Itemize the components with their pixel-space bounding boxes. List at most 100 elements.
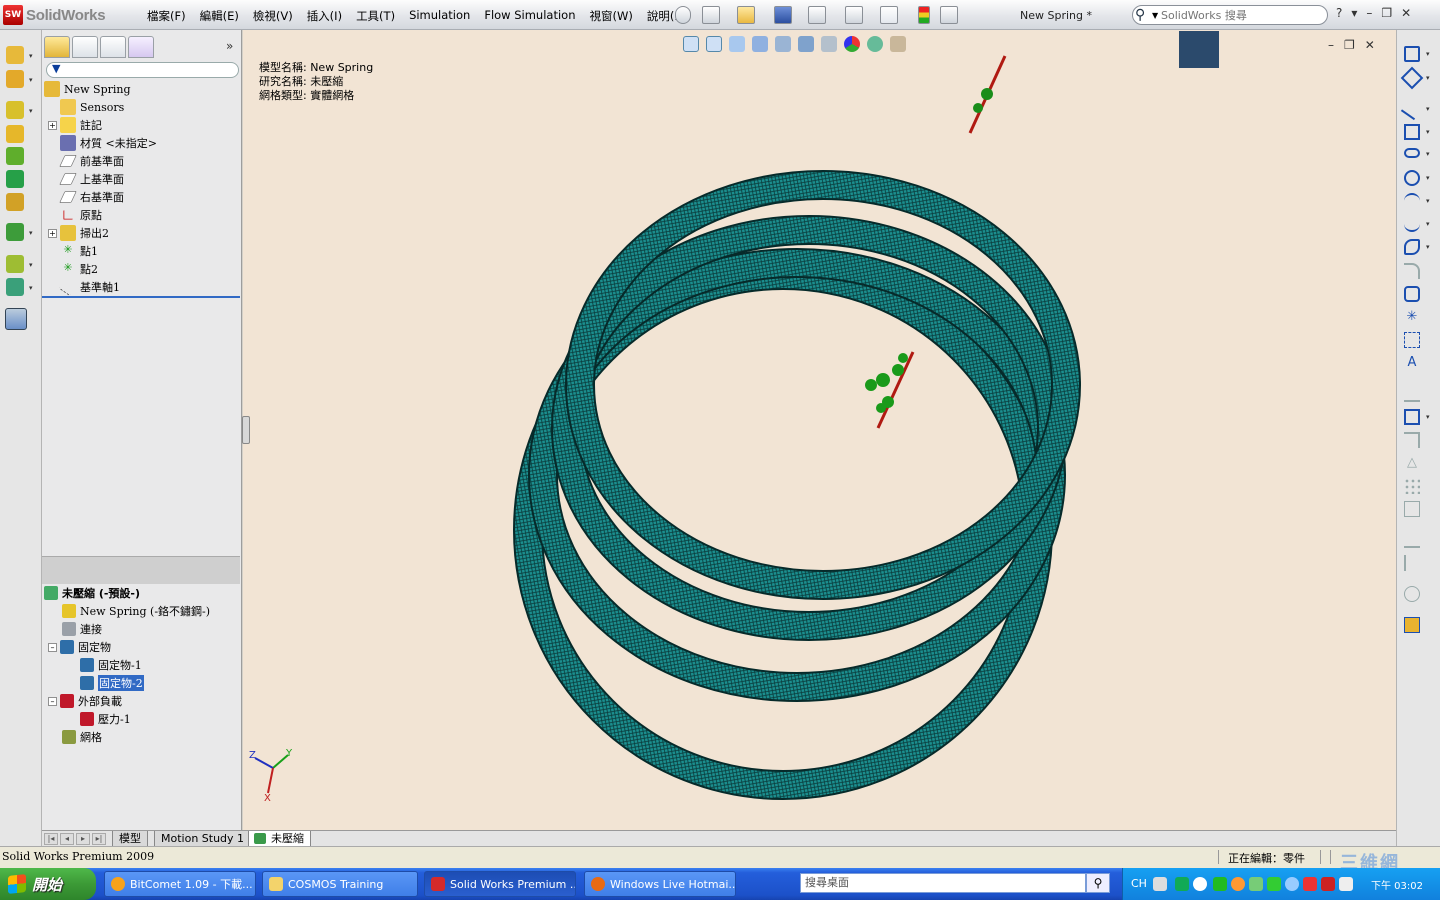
tray-bitcomet-icon[interactable] bbox=[1231, 877, 1245, 891]
print-icon[interactable] bbox=[808, 6, 826, 24]
feature-tree-item[interactable]: 材質 <未指定> bbox=[60, 134, 157, 152]
offset-icon[interactable] bbox=[1404, 432, 1420, 448]
task-solidworks[interactable]: Solid Works Premium ... bbox=[424, 871, 576, 897]
feature-tree-item[interactable]: Sensors bbox=[60, 98, 124, 116]
feature-tree-item[interactable]: 右基準面 bbox=[59, 188, 124, 206]
design-scenario-icon[interactable] bbox=[6, 278, 24, 296]
collapse-icon[interactable]: – bbox=[48, 642, 57, 652]
feature-tree-item[interactable]: 基準軸1 bbox=[59, 278, 120, 296]
feature-tree-item[interactable]: + 註記 bbox=[48, 116, 102, 134]
tab-motion-study-1[interactable]: Motion Study 1 bbox=[154, 831, 252, 847]
mesh-icon[interactable] bbox=[6, 223, 24, 241]
property-manager-tab[interactable] bbox=[72, 36, 98, 58]
select-pointer-icon[interactable] bbox=[880, 6, 898, 24]
repair-sketch-icon[interactable] bbox=[1404, 586, 1420, 602]
study-tree-item[interactable]: – 外部負載 bbox=[48, 692, 122, 710]
graphics-area[interactable]: 模型名稱: New Spring 研究名稱: 未壓縮 網格類型: 實體網格 – … bbox=[242, 30, 1396, 830]
configuration-manager-tab[interactable] bbox=[100, 36, 126, 58]
tray-app3-icon[interactable] bbox=[1267, 877, 1281, 891]
tray-security-icon[interactable] bbox=[1303, 877, 1317, 891]
study-tree-item[interactable]: 固定物-1 bbox=[80, 656, 142, 674]
arc-icon[interactable] bbox=[1404, 193, 1420, 209]
solidworks-logo[interactable]: SW SolidWorks bbox=[3, 4, 106, 26]
menu-insert[interactable]: 插入(I) bbox=[300, 8, 349, 24]
input-language-indicator[interactable]: CH bbox=[1131, 877, 1147, 890]
tab-study-uncompressed[interactable]: 未壓縮 bbox=[248, 831, 311, 847]
fixtures-advisor-icon[interactable] bbox=[6, 70, 24, 88]
convert-entities-icon[interactable] bbox=[1404, 409, 1420, 425]
feature-tree-item[interactable]: 前基準面 bbox=[59, 152, 124, 170]
feature-manager-tab[interactable] bbox=[44, 36, 70, 58]
minimize-button[interactable]: – bbox=[1366, 6, 1372, 20]
task-hotmail[interactable]: Windows Live Hotmai... bbox=[584, 871, 736, 897]
external-loads-icon[interactable] bbox=[6, 101, 24, 119]
trim-icon[interactable] bbox=[1404, 386, 1420, 402]
report-icon[interactable] bbox=[5, 308, 27, 330]
filter-icon[interactable]: ▼ bbox=[52, 62, 60, 75]
chevron-down-icon[interactable]: ▼ bbox=[1152, 11, 1158, 20]
expand-icon[interactable]: + bbox=[48, 228, 57, 238]
panel-splitter[interactable] bbox=[42, 296, 240, 298]
linear-pattern-icon[interactable] bbox=[1404, 478, 1420, 494]
results-advisor-icon[interactable] bbox=[6, 193, 24, 211]
expand-icon[interactable]: + bbox=[48, 120, 57, 130]
compare-results-icon[interactable] bbox=[6, 255, 24, 273]
menu-edit[interactable]: 編輯(E) bbox=[193, 8, 246, 24]
display-relations-icon[interactable] bbox=[1404, 532, 1420, 548]
undo-icon[interactable] bbox=[845, 6, 863, 24]
study-tree-item[interactable]: 壓力-1 bbox=[80, 710, 131, 728]
tray-app-icon[interactable] bbox=[1175, 877, 1189, 891]
options-icon[interactable] bbox=[940, 6, 958, 24]
start-button[interactable]: 開始 bbox=[0, 868, 96, 900]
restore-button[interactable]: ❐ bbox=[1381, 6, 1392, 20]
polygon-icon[interactable] bbox=[1404, 286, 1420, 302]
spline-icon[interactable] bbox=[1404, 216, 1420, 232]
menu-flow-simulation[interactable]: Flow Simulation bbox=[477, 8, 582, 24]
line-icon[interactable] bbox=[1400, 97, 1424, 121]
help-button[interactable]: ? bbox=[1336, 6, 1342, 20]
add-relation-icon[interactable] bbox=[1404, 555, 1420, 571]
feature-tree-item[interactable]: ✳ 點2 bbox=[60, 260, 98, 278]
tab-model[interactable]: 模型 bbox=[112, 831, 148, 847]
spring-mesh-model[interactable]: Y Z X bbox=[243, 30, 1396, 830]
rectangle-icon[interactable] bbox=[1404, 124, 1420, 140]
apply-material-icon[interactable] bbox=[6, 147, 24, 165]
fillet-icon[interactable] bbox=[1404, 263, 1420, 279]
menu-view[interactable]: 檢視(V) bbox=[246, 8, 300, 24]
pin-icon[interactable] bbox=[675, 6, 691, 24]
solidworks-search[interactable]: ⚲ ▼ bbox=[1132, 5, 1328, 25]
keyboard-icon[interactable] bbox=[1153, 877, 1167, 891]
search-icon[interactable]: ⚲ bbox=[1135, 7, 1151, 23]
tree-root-part[interactable]: New Spring bbox=[44, 80, 131, 98]
last-tab-arrow-icon[interactable]: ▸| bbox=[92, 833, 106, 845]
text-icon[interactable]: A bbox=[1404, 355, 1420, 371]
tray-back-icon[interactable] bbox=[1193, 877, 1207, 891]
circle-icon[interactable] bbox=[1404, 170, 1420, 186]
study-tree-item[interactable]: 連接 bbox=[62, 620, 102, 638]
run-icon[interactable] bbox=[6, 170, 24, 188]
tray-antivirus-icon[interactable] bbox=[1321, 877, 1335, 891]
desktop-search-input[interactable]: 搜尋桌面 bbox=[800, 873, 1086, 893]
point-icon[interactable]: ✳ bbox=[1404, 309, 1420, 325]
prev-tab-arrow-icon[interactable]: ◂ bbox=[60, 833, 74, 845]
tray-network-icon[interactable] bbox=[1213, 877, 1227, 891]
help-dropdown-button[interactable]: ▾ bbox=[1351, 6, 1357, 20]
feature-tree-item[interactable]: + 掃出2 bbox=[48, 224, 109, 242]
tray-messenger-icon[interactable] bbox=[1285, 877, 1299, 891]
menu-simulation[interactable]: Simulation bbox=[402, 8, 477, 24]
tray-app2-icon[interactable] bbox=[1249, 877, 1263, 891]
task-cosmos-training[interactable]: COSMOS Training bbox=[262, 871, 418, 897]
mirror-icon[interactable]: △ bbox=[1404, 455, 1420, 471]
new-document-icon[interactable] bbox=[702, 6, 720, 24]
slot-icon[interactable] bbox=[1404, 148, 1420, 158]
study-tree-item[interactable]: 固定物-2 bbox=[80, 674, 144, 692]
close-button[interactable]: ✕ bbox=[1401, 6, 1411, 20]
centerline-icon[interactable] bbox=[1404, 332, 1420, 348]
search-input[interactable] bbox=[1161, 8, 1321, 22]
sketch-icon[interactable] bbox=[1404, 46, 1420, 62]
connections-icon[interactable] bbox=[6, 125, 24, 143]
study-icon[interactable] bbox=[6, 46, 24, 64]
ellipse-icon[interactable] bbox=[1404, 239, 1420, 255]
task-bitcomet[interactable]: BitComet 1.09 - 下載... bbox=[104, 871, 256, 897]
desktop-search-icon[interactable]: ⚲ bbox=[1086, 873, 1110, 893]
